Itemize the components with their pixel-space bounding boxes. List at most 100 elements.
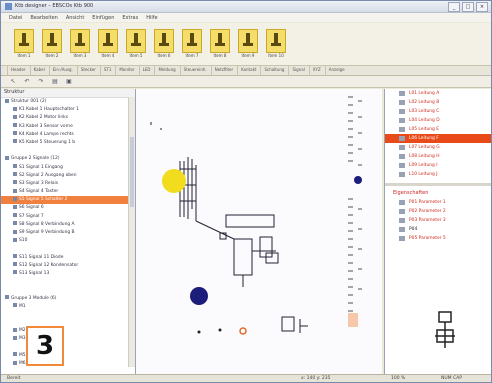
palette-component[interactable]: Item 5 — [125, 27, 146, 61]
tree-row[interactable]: S7 Signal 7 — [1, 213, 135, 221]
list-item[interactable]: L08 Leitung H — [385, 152, 491, 161]
panel-splitter[interactable] — [385, 183, 491, 186]
list-item[interactable]: L06 Leitung F — [385, 134, 491, 143]
palette-component[interactable]: Item 4 — [97, 27, 118, 61]
tree-row[interactable]: K1 Kabel 1 Hauptschalter 1 — [1, 106, 135, 114]
tree-row[interactable]: Gruppe 2 Signale (12) — [1, 155, 135, 163]
tab[interactable]: Schaltung — [260, 66, 287, 75]
tab[interactable]: Steuereinh. — [179, 66, 210, 75]
yellow-connector-circle[interactable] — [162, 169, 186, 193]
palette-component[interactable]: Item 9 — [237, 27, 258, 61]
menu-item[interactable]: Datei — [9, 15, 22, 21]
tree-row[interactable]: K2 Kabel 2 Motor links — [1, 114, 135, 122]
redo-icon[interactable]: ↷ — [37, 78, 45, 86]
tree-row[interactable] — [1, 319, 135, 327]
tree-row[interactable]: Gruppe 3 Module (6) — [1, 295, 135, 303]
orange-pin-marker[interactable] — [239, 327, 247, 335]
menu-item[interactable]: Hilfe — [146, 15, 157, 21]
tab[interactable]: XYZ — [308, 66, 324, 75]
menu-item[interactable]: Einfügen — [92, 15, 114, 21]
scrollbar-thumb[interactable] — [130, 137, 134, 207]
tree-row[interactable]: S2 Signal 2 Ausgang oben — [1, 172, 135, 180]
list-item[interactable]: L07 Leitung G — [385, 143, 491, 152]
tab[interactable]: ST1 — [99, 66, 115, 75]
palette-component[interactable]: Item 8 — [209, 27, 230, 61]
palette-component[interactable]: Item 1 — [13, 27, 34, 61]
list-item[interactable]: L01 Leitung A — [385, 89, 491, 98]
node-icon — [13, 114, 17, 119]
tree-row[interactable]: S5 Signal 5 Schalter 2 — [1, 196, 135, 205]
tab[interactable]: LED — [138, 66, 154, 75]
undo-icon[interactable]: ↶ — [23, 78, 31, 86]
tab[interactable]: Kabel — [29, 66, 48, 75]
tab[interactable]: Netzfilter — [210, 66, 236, 75]
orange-terminal[interactable] — [348, 313, 358, 327]
list-item[interactable]: L04 Leitung D — [385, 116, 491, 125]
tree-row[interactable]: S4 Signal 4 Taster — [1, 188, 135, 196]
save-icon[interactable]: ▣ — [65, 78, 73, 86]
schematic-canvas[interactable] — [136, 89, 382, 374]
palette-component[interactable]: Item 10 — [265, 27, 286, 61]
tree-row[interactable]: K4 Kabel 4 Lampe rechts — [1, 131, 135, 139]
list-item[interactable]: P01 Parameter 1 — [385, 198, 491, 207]
tab[interactable]: Meldung — [154, 66, 178, 75]
maximize-icon[interactable]: □ — [462, 2, 474, 12]
tree-row[interactable] — [1, 344, 135, 352]
tab[interactable]: Kontakt — [237, 66, 259, 75]
app-icon — [5, 3, 12, 10]
tree-row[interactable]: S1 Signal 1 Eingang — [1, 164, 135, 172]
tree-row[interactable]: S12 Signal 12 Kondensator — [1, 262, 135, 270]
list-item[interactable]: P04 — [385, 225, 491, 234]
tree-row[interactable]: S3 Signal 3 Relais — [1, 180, 135, 188]
tree-row[interactable] — [1, 286, 135, 294]
close-icon[interactable]: × — [476, 2, 488, 12]
tab[interactable]: Signal — [288, 66, 307, 75]
tree-row[interactable]: S8 Signal 8 Verbindung A — [1, 221, 135, 229]
tree-row[interactable]: S11 Signal 11 Diode — [1, 254, 135, 262]
tree-row[interactable]: Struktur 001 (2) — [1, 98, 135, 106]
list-item[interactable]: P05 Parameter 5 — [385, 234, 491, 243]
list-item[interactable]: L02 Leitung B — [385, 98, 491, 107]
tree-row[interactable]: S10 — [1, 237, 135, 245]
tree-row[interactable]: S6 Signal 6 — [1, 204, 135, 212]
tree-scrollbar[interactable] — [128, 97, 135, 367]
tab[interactable]: Anzeige — [324, 66, 348, 75]
list-item[interactable]: P03 Parameter 3 — [385, 216, 491, 225]
palette-component[interactable]: Item 2 — [41, 27, 62, 61]
tree-row[interactable] — [1, 311, 135, 319]
menu-item[interactable]: Extras — [122, 15, 138, 21]
list-item-label: L09 Leitung I — [409, 163, 438, 168]
list-item[interactable]: L03 Leitung C — [385, 107, 491, 116]
minimize-icon[interactable]: _ — [448, 2, 460, 12]
tree-row[interactable]: S13 Signal 13 — [1, 270, 135, 278]
title-bar: Ktb designer – EBSCOs Ktb 900 _ □ × — [1, 1, 491, 13]
tab[interactable]: Header — [7, 66, 29, 75]
list-item[interactable]: P02 Parameter 2 — [385, 207, 491, 216]
palette-component[interactable]: Item 6 — [153, 27, 174, 61]
tree-row[interactable] — [1, 245, 135, 253]
navy-connector-circle[interactable] — [190, 287, 208, 305]
tree-row[interactable]: K5 Kabel 5 Steuerung 1 b — [1, 139, 135, 147]
tab[interactable]: Stecker — [76, 66, 99, 75]
tree-row[interactable]: M2 Modul 2 — [1, 327, 135, 335]
tree-row[interactable]: S9 Signal 9 Verbindung B — [1, 229, 135, 237]
menu-item[interactable]: Ansicht — [66, 15, 84, 21]
tree-row[interactable]: M1 — [1, 303, 135, 311]
tree-row[interactable]: M6 — [1, 360, 135, 368]
menu-item[interactable]: Bearbeiten — [30, 15, 57, 21]
print-icon[interactable]: ▤ — [51, 78, 59, 86]
tree-row[interactable] — [1, 147, 135, 155]
list-item[interactable]: L05 Leitung E — [385, 125, 491, 134]
node-icon — [13, 123, 17, 128]
tab[interactable]: Ein-/Ausg. — [48, 66, 76, 75]
tree-row[interactable]: M5 5.0 Modul Ende — [1, 352, 135, 360]
list-item[interactable]: L10 Leitung J — [385, 170, 491, 179]
tree-row[interactable] — [1, 278, 135, 286]
tree-row[interactable]: K3 Kabel 3 Sensor vorne — [1, 123, 135, 131]
palette-component[interactable]: Item 3 — [69, 27, 90, 61]
tab[interactable]: Monitor — [115, 66, 137, 75]
cursor-icon[interactable]: ↖ — [9, 78, 17, 86]
tree-row[interactable]: M3 Modul 3 — [1, 335, 135, 343]
palette-component[interactable]: Item 7 — [181, 27, 202, 61]
list-item[interactable]: L09 Leitung I — [385, 161, 491, 170]
